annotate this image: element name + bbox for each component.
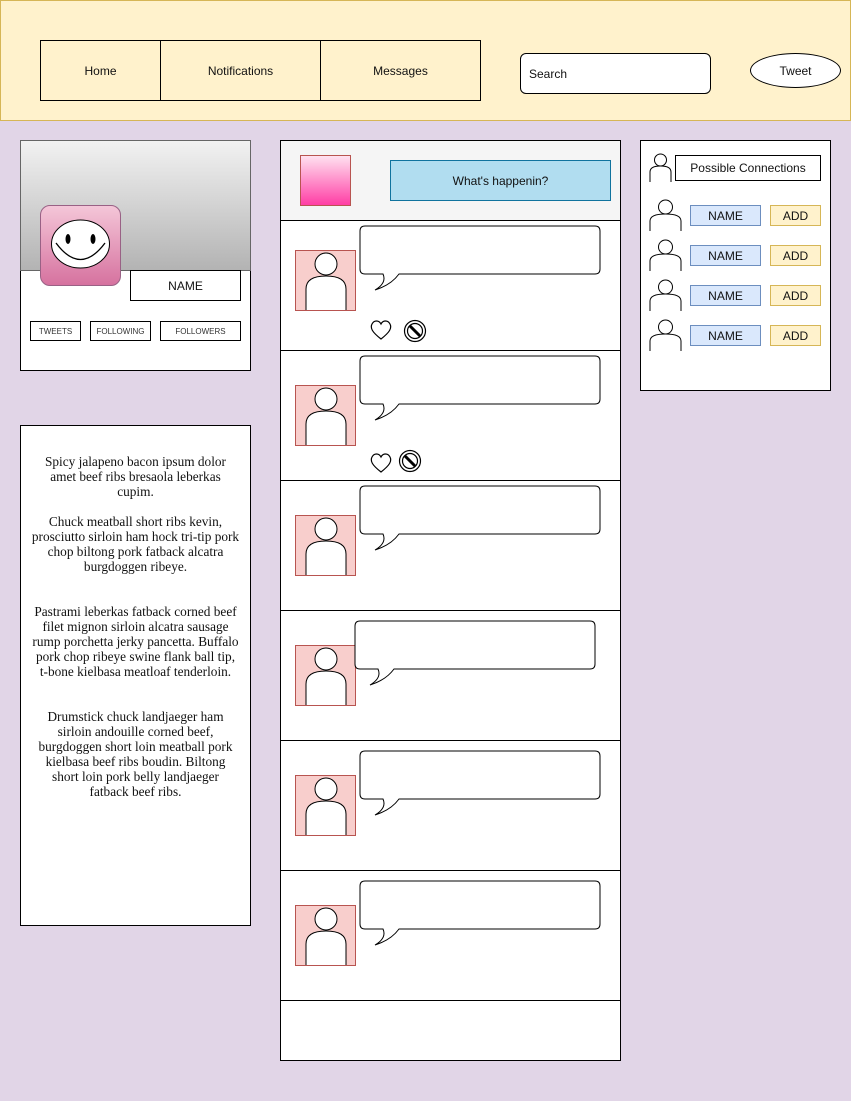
person-icon [649, 279, 682, 311]
person-icon [305, 517, 347, 576]
heart-icon[interactable] [369, 318, 393, 342]
block-icon[interactable] [403, 319, 427, 343]
add-connection-button[interactable]: ADD [770, 205, 821, 226]
speech-bubble-icon [359, 485, 601, 551]
user-avatar [295, 905, 356, 966]
speech-bubble-icon [359, 225, 601, 291]
person-icon [649, 239, 682, 271]
speech-bubble-icon [359, 355, 601, 421]
feed-item [280, 350, 621, 481]
speech-bubble-icon [359, 750, 601, 816]
profile-avatar[interactable] [40, 205, 121, 286]
bio-paragraph: Chuck meatball short ribs kevin, prosciu… [31, 514, 240, 574]
composer-avatar [300, 155, 351, 206]
add-connection-button[interactable]: ADD [770, 285, 821, 306]
user-avatar [295, 515, 356, 576]
add-connection-button[interactable]: ADD [770, 245, 821, 266]
person-icon [305, 777, 347, 836]
search-input[interactable]: Search [520, 53, 711, 94]
bio-paragraph: Pastrami leberkas fatback corned beef fi… [32, 604, 239, 679]
user-avatar [295, 250, 356, 311]
smiley-icon [51, 219, 110, 269]
person-icon [305, 647, 347, 706]
person-icon [305, 252, 347, 311]
tweets-stat-button[interactable]: TWEETS [30, 321, 81, 341]
connection-name[interactable]: NAME [690, 325, 761, 346]
user-avatar [295, 385, 356, 446]
followers-stat-button[interactable]: FOLLOWERS [160, 321, 241, 341]
speech-bubble-icon [354, 620, 596, 686]
feed-item-empty [280, 1000, 621, 1061]
feed-item [280, 220, 621, 351]
bio-paragraph: Spicy jalapeno bacon ipsum dolor amet be… [45, 454, 226, 499]
tweet-button[interactable]: Tweet [750, 53, 841, 88]
connections-title: Possible Connections [675, 155, 821, 181]
add-connection-button[interactable]: ADD [770, 325, 821, 346]
nav-home-tab[interactable]: Home [40, 40, 161, 101]
compose-input[interactable]: What's happenin? [390, 160, 611, 201]
person-icon [305, 387, 347, 446]
feed-item [280, 870, 621, 1001]
bio-paragraph: Drumstick chuck landjaeger ham sirloin a… [38, 709, 233, 799]
bio-panel: Spicy jalapeno bacon ipsum dolor amet be… [20, 425, 251, 926]
person-icon [649, 319, 682, 351]
user-avatar [295, 645, 356, 706]
connection-name[interactable]: NAME [690, 245, 761, 266]
heart-icon[interactable] [369, 451, 393, 475]
connection-name[interactable]: NAME [690, 205, 761, 226]
profile-name: NAME [130, 270, 241, 301]
user-avatar [295, 775, 356, 836]
nav-notifications-tab[interactable]: Notifications [160, 40, 321, 101]
block-icon[interactable] [398, 449, 422, 473]
person-icon [305, 907, 347, 966]
feed-item [280, 740, 621, 871]
feed-item [280, 610, 621, 741]
person-icon [649, 153, 672, 182]
speech-bubble-icon [359, 880, 601, 946]
connection-name[interactable]: NAME [690, 285, 761, 306]
following-stat-button[interactable]: FOLLOWING [90, 321, 151, 341]
nav-messages-tab[interactable]: Messages [320, 40, 481, 101]
feed-item [280, 480, 621, 611]
person-icon [649, 199, 682, 231]
